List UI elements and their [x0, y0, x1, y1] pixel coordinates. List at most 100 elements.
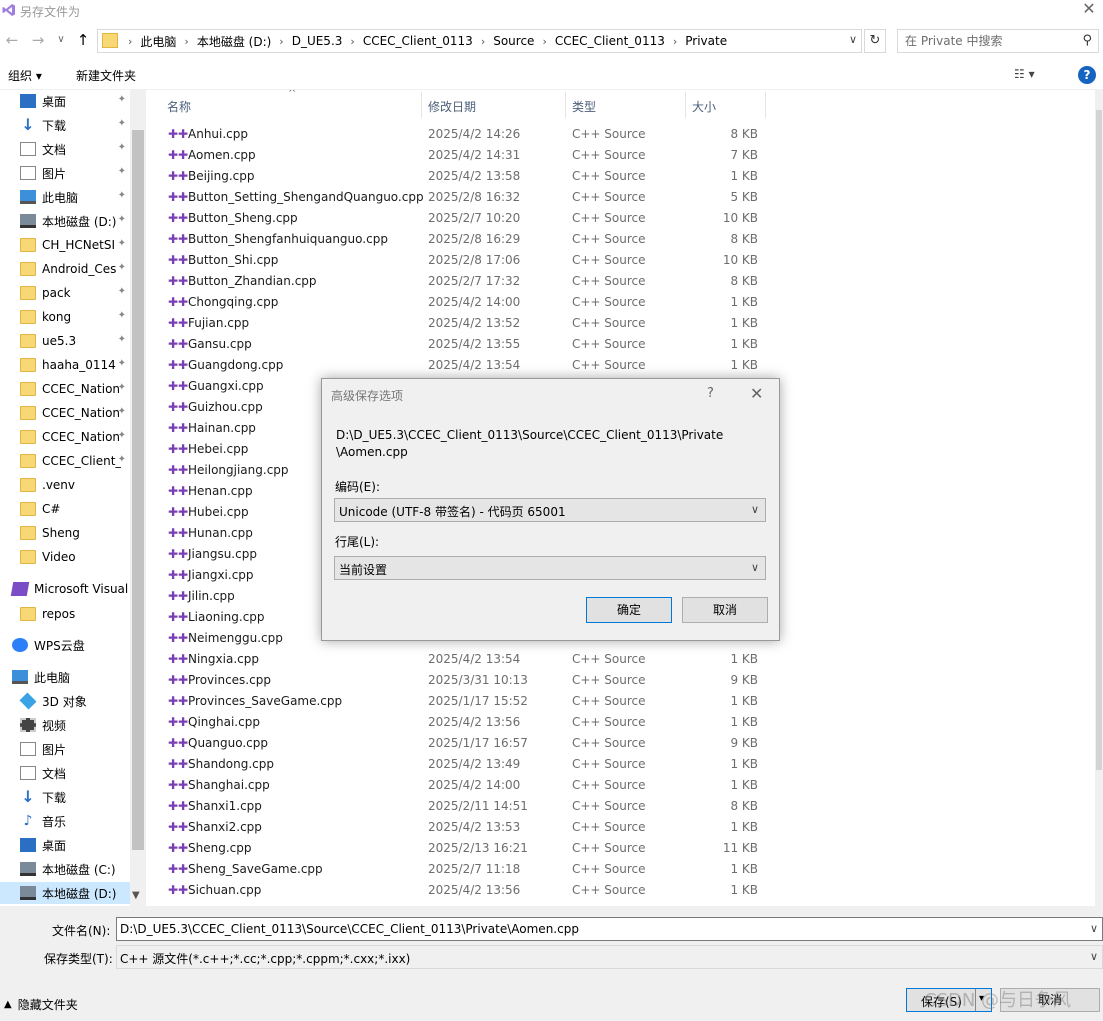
sidebar-item[interactable]: Sheng	[0, 522, 130, 544]
file-row[interactable]: ✚✚ Anhui.cpp 2025/4/2 14:26 C++ Source 8 KB	[146, 124, 786, 145]
sidebar-item[interactable]: ue5.3 ✦	[0, 330, 130, 352]
sidebar-item[interactable]: 本地磁盘 (D:) ✦	[0, 210, 130, 232]
sidebar-item[interactable]: 桌面 ✦	[0, 90, 130, 112]
file-row[interactable]: ✚✚ Button_Sheng.cpp 2025/2/7 10:20 C++ Sour…	[146, 208, 786, 229]
sidebar-item[interactable]: ♪ 音乐	[0, 810, 130, 832]
hide-folders-toggle[interactable]: ▲ 隐藏文件夹	[4, 996, 78, 1013]
breadcrumb-item[interactable]: › 此电脑	[120, 33, 176, 50]
pin-icon[interactable]: ✦	[118, 214, 126, 225]
savetype-dropdown-chevron-icon[interactable]: ∨	[1090, 950, 1098, 963]
sidebar-item[interactable]: 本地磁盘 (D:)	[0, 882, 130, 904]
column-divider[interactable]	[565, 92, 566, 118]
sidebar-item[interactable]: 文档 ✦	[0, 138, 130, 160]
new-folder-button[interactable]: 新建文件夹	[76, 67, 136, 84]
column-divider[interactable]	[421, 92, 422, 118]
breadcrumb-item[interactable]: › Private	[665, 34, 727, 48]
sidebar-item[interactable]: WPS云盘	[0, 634, 130, 656]
file-row[interactable]: ✚✚ Provinces_SaveGame.cpp 2025/1/17 15:52 C…	[146, 691, 786, 712]
sidebar-item[interactable]: haaha_0114 ✦	[0, 354, 130, 376]
file-row[interactable]: ✚✚ Sheng.cpp 2025/2/13 16:21 C++ Source 11 K…	[146, 838, 786, 859]
savetype-select[interactable]: C++ 源文件(*.c++;*.cc;*.cpp;*.cppm;*.cxx;*.…	[116, 945, 1103, 969]
sidebar-item[interactable]: 此电脑	[0, 666, 130, 688]
sidebar-item[interactable]: 本地磁盘 (C:)	[0, 858, 130, 880]
organize-menu-button[interactable]: 组织 ▾	[8, 67, 42, 84]
back-arrow-icon[interactable]: ←	[3, 31, 21, 49]
sidebar-item[interactable]: ↓ 下载	[0, 786, 130, 808]
search-icon[interactable]: ⚲	[1082, 33, 1092, 48]
sidebar-item[interactable]: CCEC_Nation ✦	[0, 426, 130, 448]
column-type[interactable]: 类型	[572, 98, 596, 115]
sidebar-item[interactable]: ↓ 下载 ✦	[0, 114, 130, 136]
column-name[interactable]: 名称	[167, 98, 191, 115]
save-options-chevron-icon[interactable]: ▾	[979, 993, 984, 1004]
pin-icon[interactable]: ✦	[118, 310, 126, 321]
forward-arrow-icon[interactable]: →	[29, 31, 47, 49]
sidebar-item[interactable]: 此电脑 ✦	[0, 186, 130, 208]
pin-icon[interactable]: ✦	[118, 286, 126, 297]
pin-icon[interactable]: ✦	[118, 190, 126, 201]
sidebar-item[interactable]: 视频	[0, 714, 130, 736]
sidebar-item[interactable]: C#	[0, 498, 130, 520]
scroll-down-arrow-icon[interactable]: ▼	[132, 890, 140, 901]
column-date[interactable]: 修改日期	[428, 98, 476, 115]
view-options-button[interactable]: ☷ ▾	[1014, 67, 1035, 81]
breadcrumb-item[interactable]: › Source	[473, 34, 535, 48]
sidebar-item[interactable]: 3D 对象	[0, 690, 130, 712]
sidebar-item[interactable]: kong ✦	[0, 306, 130, 328]
file-row[interactable]: ✚✚ Beijing.cpp 2025/4/2 13:58 C++ Source 1 K…	[146, 166, 786, 187]
sidebar-item[interactable]: CCEC_Nation ✦	[0, 378, 130, 400]
sidebar-item[interactable]: pack ✦	[0, 282, 130, 304]
pin-icon[interactable]: ✦	[118, 238, 126, 249]
address-bar[interactable]: › 此电脑 › 本地磁盘 (D:) › D_UE5.3 › CCEC_Client_0113 ›…	[97, 29, 862, 53]
file-row[interactable]: ✚✚ Button_Zhandian.cpp 2025/2/7 17:32 C++ S…	[146, 271, 786, 292]
file-row[interactable]: ✚✚ Shanxi2.cpp 2025/4/2 13:53 C++ Source 1 K…	[146, 817, 786, 838]
breadcrumb-separator-icon[interactable]: ›	[279, 35, 283, 48]
pin-icon[interactable]: ✦	[118, 142, 126, 153]
file-list-scrollbar[interactable]	[1095, 90, 1103, 906]
dialog-close-icon[interactable]: ✕	[750, 384, 763, 403]
sidebar-item[interactable]: 图片 ✦	[0, 162, 130, 184]
window-close-icon[interactable]: ✕	[1079, 0, 1099, 20]
file-row[interactable]: ✚✚ Provinces.cpp 2025/3/31 10:13 C++ Source…	[146, 670, 786, 691]
breadcrumb-separator-icon[interactable]: ›	[350, 35, 354, 48]
pin-icon[interactable]: ✦	[118, 94, 126, 105]
file-row[interactable]: ✚✚ Button_Shengfanhuiquanguo.cpp 2025/2/8 …	[146, 229, 786, 250]
refresh-button[interactable]: ↻	[864, 29, 886, 53]
column-divider[interactable]	[765, 92, 766, 118]
sidebar-item[interactable]: .venv	[0, 474, 130, 496]
column-size[interactable]: 大小	[692, 98, 716, 115]
file-row[interactable]: ✚✚ Shanghai.cpp 2025/4/2 14:00 C++ Source 1 …	[146, 775, 786, 796]
breadcrumb-separator-icon[interactable]: ›	[673, 35, 677, 48]
dialog-cancel-button[interactable]: 取消	[682, 597, 768, 623]
breadcrumb-separator-icon[interactable]: ›	[128, 35, 132, 48]
up-arrow-icon[interactable]: ↑	[74, 31, 92, 49]
sidebar-item[interactable]: Video	[0, 546, 130, 568]
cancel-button[interactable]: 取消	[1000, 988, 1100, 1012]
sidebar-item[interactable]: 桌面	[0, 834, 130, 856]
file-row[interactable]: ✚✚ Qinghai.cpp 2025/4/2 13:56 C++ Source 1 K…	[146, 712, 786, 733]
file-row[interactable]: ✚✚ Sheng_SaveGame.cpp 2025/2/7 11:18 C++ So…	[146, 859, 786, 880]
sidebar-item[interactable]: repos	[0, 603, 130, 625]
column-divider[interactable]	[685, 92, 686, 118]
dialog-help-icon[interactable]: ?	[707, 386, 714, 401]
ok-button[interactable]: 确定	[586, 597, 672, 623]
file-row[interactable]: ✚✚ Quanguo.cpp 2025/1/17 16:57 C++ Source 9 …	[146, 733, 786, 754]
file-row[interactable]: ✚✚ Fujian.cpp 2025/4/2 13:52 C++ Source 1 KB	[146, 313, 786, 334]
scrollbar-thumb[interactable]	[132, 130, 144, 850]
breadcrumb-separator-icon[interactable]: ›	[542, 35, 546, 48]
pin-icon[interactable]: ✦	[118, 118, 126, 129]
pin-icon[interactable]: ✦	[118, 262, 126, 273]
file-row[interactable]: ✚✚ Button_Shi.cpp 2025/2/8 17:06 C++ Source…	[146, 250, 786, 271]
save-button[interactable]: 保存(S) ▾	[906, 988, 992, 1012]
pin-icon[interactable]: ✦	[118, 358, 126, 369]
file-row[interactable]: ✚✚ Shandong.cpp 2025/4/2 13:49 C++ Source 1 …	[146, 754, 786, 775]
navigation-pane-scrollbar[interactable]: ▼	[130, 90, 146, 906]
file-row[interactable]: ✚✚ Guangdong.cpp 2025/4/2 13:54 C++ Source 1…	[146, 355, 786, 376]
pin-icon[interactable]: ✦	[118, 454, 126, 465]
file-row[interactable]: ✚✚ Shanxi1.cpp 2025/2/11 14:51 C++ Source 8 …	[146, 796, 786, 817]
scrollbar-thumb[interactable]	[1096, 110, 1102, 770]
pin-icon[interactable]: ✦	[118, 382, 126, 393]
search-input[interactable]	[898, 30, 1068, 52]
file-row[interactable]: ✚✚ Button_Setting_ShengandQuanguo.cpp 2025…	[146, 187, 786, 208]
sidebar-item[interactable]: Android_Ces ✦	[0, 258, 130, 280]
